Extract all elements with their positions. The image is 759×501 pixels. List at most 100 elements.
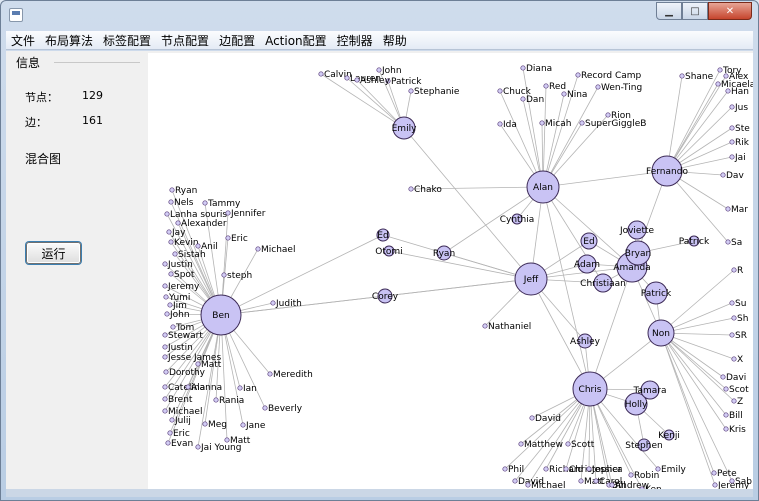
menu-help[interactable]: 帮助 [378,32,412,49]
graph-node[interactable] [729,154,735,160]
graph-node[interactable] [729,104,735,110]
graph-node[interactable] [167,430,173,436]
graph-node[interactable] [731,356,737,362]
graph-node[interactable] [163,294,169,300]
graph-node[interactable] [162,354,168,360]
graph-node[interactable] [609,482,615,488]
graph-node[interactable] [539,120,545,126]
graph-node[interactable] [543,466,549,472]
graph-canvas[interactable]: Calvin John Lauren Patrick Stephanie Ashley Di… [148,53,753,489]
graph-node[interactable] [575,72,581,78]
graph-node[interactable] [164,311,170,317]
graph-node[interactable] [586,466,592,472]
graph-node[interactable] [578,478,584,484]
graph-node[interactable] [344,75,350,81]
maximize-button[interactable]: □ [682,2,708,20]
graph-node[interactable] [729,139,735,145]
graph-node[interactable] [270,300,276,306]
graph-node[interactable] [162,332,168,338]
graph-node[interactable] [169,187,175,193]
graph-node[interactable] [725,206,731,212]
graph-node[interactable] [167,302,173,308]
graph-node[interactable] [221,272,227,278]
graph-node[interactable] [408,186,414,192]
graph-node[interactable] [579,120,585,126]
graph-node[interactable] [195,243,201,249]
graph-node[interactable] [224,437,230,443]
graph-node[interactable] [168,271,174,277]
close-button[interactable]: ✕ [708,2,752,20]
graph-node[interactable] [165,440,171,446]
graph-node[interactable] [529,415,535,421]
run-button[interactable]: 运行 [26,242,81,264]
menu-edge-config[interactable]: 边配置 [214,32,260,49]
graph-node[interactable] [164,211,170,217]
menu-node-config[interactable]: 节点配置 [156,32,214,49]
graph-node[interactable] [723,386,729,392]
graph-node[interactable] [162,344,168,350]
graph-node[interactable] [731,267,737,273]
graph-node[interactable] [605,112,611,118]
menu-controller[interactable]: 控制器 [332,32,378,49]
graph-node[interactable] [518,441,524,447]
graph-node[interactable] [723,426,729,432]
graph-node[interactable] [725,239,731,245]
menu-layout-algorithm[interactable]: 布局算法 [40,32,98,49]
menu-file[interactable]: 文件 [6,32,40,49]
graph-node[interactable] [168,199,174,205]
graph-node[interactable] [723,73,729,79]
graph-node[interactable] [731,315,737,321]
graph-node[interactable] [162,283,168,289]
menu-label-config[interactable]: 标签配置 [98,32,156,49]
graph-node[interactable] [512,478,518,484]
graph-node[interactable] [225,210,231,216]
graph-node[interactable] [202,421,208,427]
graph-node[interactable] [723,412,729,418]
graph-node[interactable] [502,466,508,472]
graph-node[interactable] [185,384,191,390]
graph-node[interactable] [565,441,571,447]
title-bar[interactable]: ▁ □ ✕ [1,1,758,31]
graph-node[interactable] [195,361,201,367]
graph-node[interactable] [563,466,569,472]
graph-node[interactable] [162,261,168,267]
graph-node[interactable] [543,83,549,89]
graph-node[interactable] [729,125,735,131]
graph-node[interactable] [213,397,219,403]
graph-node[interactable] [166,229,172,235]
graph-node[interactable] [163,369,169,375]
graph-node[interactable] [240,422,246,428]
graph-node[interactable] [175,220,181,226]
graph-node[interactable] [712,482,718,488]
graph-node[interactable] [408,88,414,94]
graph-node[interactable] [711,470,717,476]
graph-node[interactable] [168,239,174,245]
graph-node[interactable] [267,371,273,377]
graph-node[interactable] [720,172,726,178]
graph-svg[interactable]: Calvin JohnLauren PatrickStephanieAshleyDi… [148,53,753,489]
graph-node[interactable] [679,73,685,79]
graph-node[interactable] [162,384,168,390]
graph-node[interactable] [318,71,324,77]
graph-node[interactable] [237,385,243,391]
graph-node[interactable] [255,246,261,252]
graph-node[interactable] [725,88,731,94]
graph-node[interactable] [520,96,526,102]
graph-node[interactable] [497,121,503,127]
graph-node[interactable] [354,77,360,83]
graph-node[interactable] [593,478,599,484]
graph-node[interactable] [731,398,737,404]
graph-node[interactable] [720,374,726,380]
graph-node[interactable] [655,466,661,472]
graph-node[interactable] [225,235,231,241]
graph-node[interactable] [595,84,601,90]
graph-node[interactable] [729,332,735,338]
graph-node[interactable] [729,300,735,306]
graph-node[interactable] [202,200,208,206]
graph-node[interactable] [717,67,723,73]
graph-node[interactable] [525,482,531,488]
menu-action-config[interactable]: Action配置 [260,32,332,49]
minimize-button[interactable]: ▁ [656,2,682,20]
graph-node[interactable] [162,396,168,402]
graph-node[interactable] [729,478,735,484]
